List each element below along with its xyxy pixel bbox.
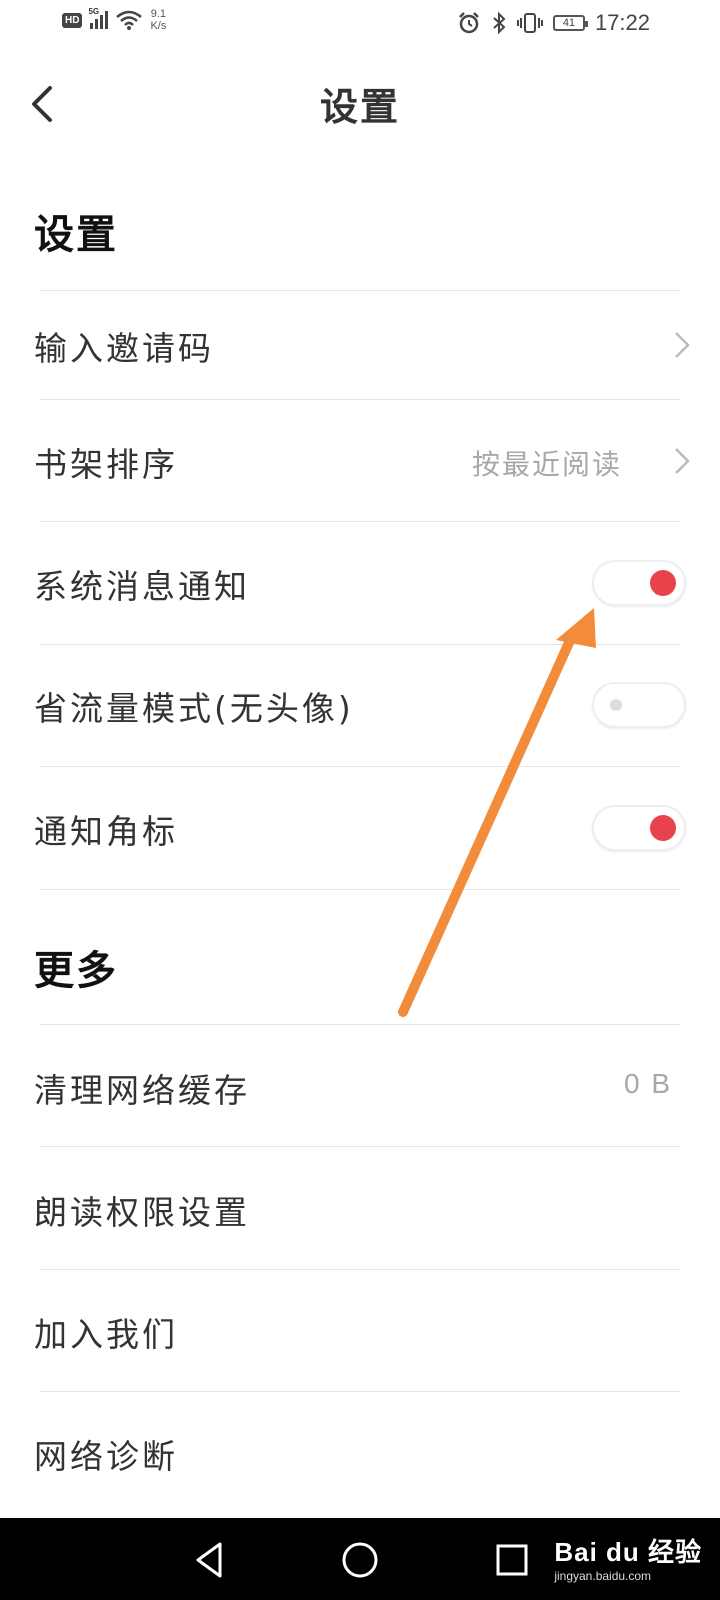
speed-value: 9.1 [150,8,167,20]
chevron-right-icon [675,448,690,474]
alarm-icon [459,12,479,34]
status-left: HD 5G 9.1 K/s [62,7,166,32]
chevron-right-icon [675,332,690,358]
battery-level: 41 [562,17,576,29]
system-notification-toggle[interactable] [592,560,686,606]
page-title: 设置 [319,84,400,129]
section-title-more: 更多 [34,947,118,994]
divider [40,1024,680,1025]
row-value: 按最近阅读 [471,448,622,481]
system-nav-bar: Bai du 经验 jingyan.baidu.com [0,1518,720,1600]
divider [40,1146,680,1147]
row-label: 系统消息通知 [34,567,250,606]
row-label: 省流量模式(无头像) [34,689,354,728]
wifi-icon [116,10,143,30]
row-label: 书架排序 [34,445,178,484]
cache-size: 0 B [623,1068,672,1099]
signal-icon: 5G [88,7,109,29]
watermark-url: jingyan.baidu.com [554,1569,652,1583]
toggle-knob [610,699,622,711]
row-label: 输入邀请码 [34,329,214,368]
divider [40,399,680,400]
vibrate-icon [516,13,543,33]
toggle-knob [650,570,676,596]
divider [40,1391,680,1392]
divider [40,521,680,522]
hd-badge: HD [62,12,83,28]
app-header: 设置 [0,70,720,140]
divider [40,889,680,890]
notification-badge-toggle[interactable] [592,805,686,851]
data-saver-toggle[interactable] [592,682,686,728]
network-speed: 9.1 K/s [150,8,166,32]
battery-icon: 41 [552,15,588,31]
network-type: 5G [88,7,100,16]
divider [40,290,680,291]
row-label: 清理网络缓存 [34,1071,250,1110]
row-label: 朗读权限设置 [34,1193,250,1232]
nav-recents-icon[interactable] [490,1538,534,1582]
nav-back-icon[interactable] [188,1538,232,1582]
status-right: 41 17:22 [457,10,650,36]
clock: 17:22 [594,10,650,35]
watermark-brand: Bai du 经验 [554,1537,702,1567]
row-label: 加入我们 [34,1315,178,1354]
section-title-settings: 设置 [34,211,118,258]
status-bar: HD 5G 9.1 K/s 41 17:22 [0,0,720,48]
row-label: 通知角标 [34,812,178,851]
divider [40,1269,680,1270]
baidu-watermark: Bai du 经验 jingyan.baidu.com [554,1532,702,1583]
toggle-knob [650,815,676,841]
row-label: 网络诊断 [34,1437,178,1476]
bluetooth-icon [493,11,506,35]
nav-home-icon[interactable] [338,1538,382,1582]
divider [40,644,680,645]
speed-unit: K/s [150,20,167,32]
divider [40,766,680,767]
